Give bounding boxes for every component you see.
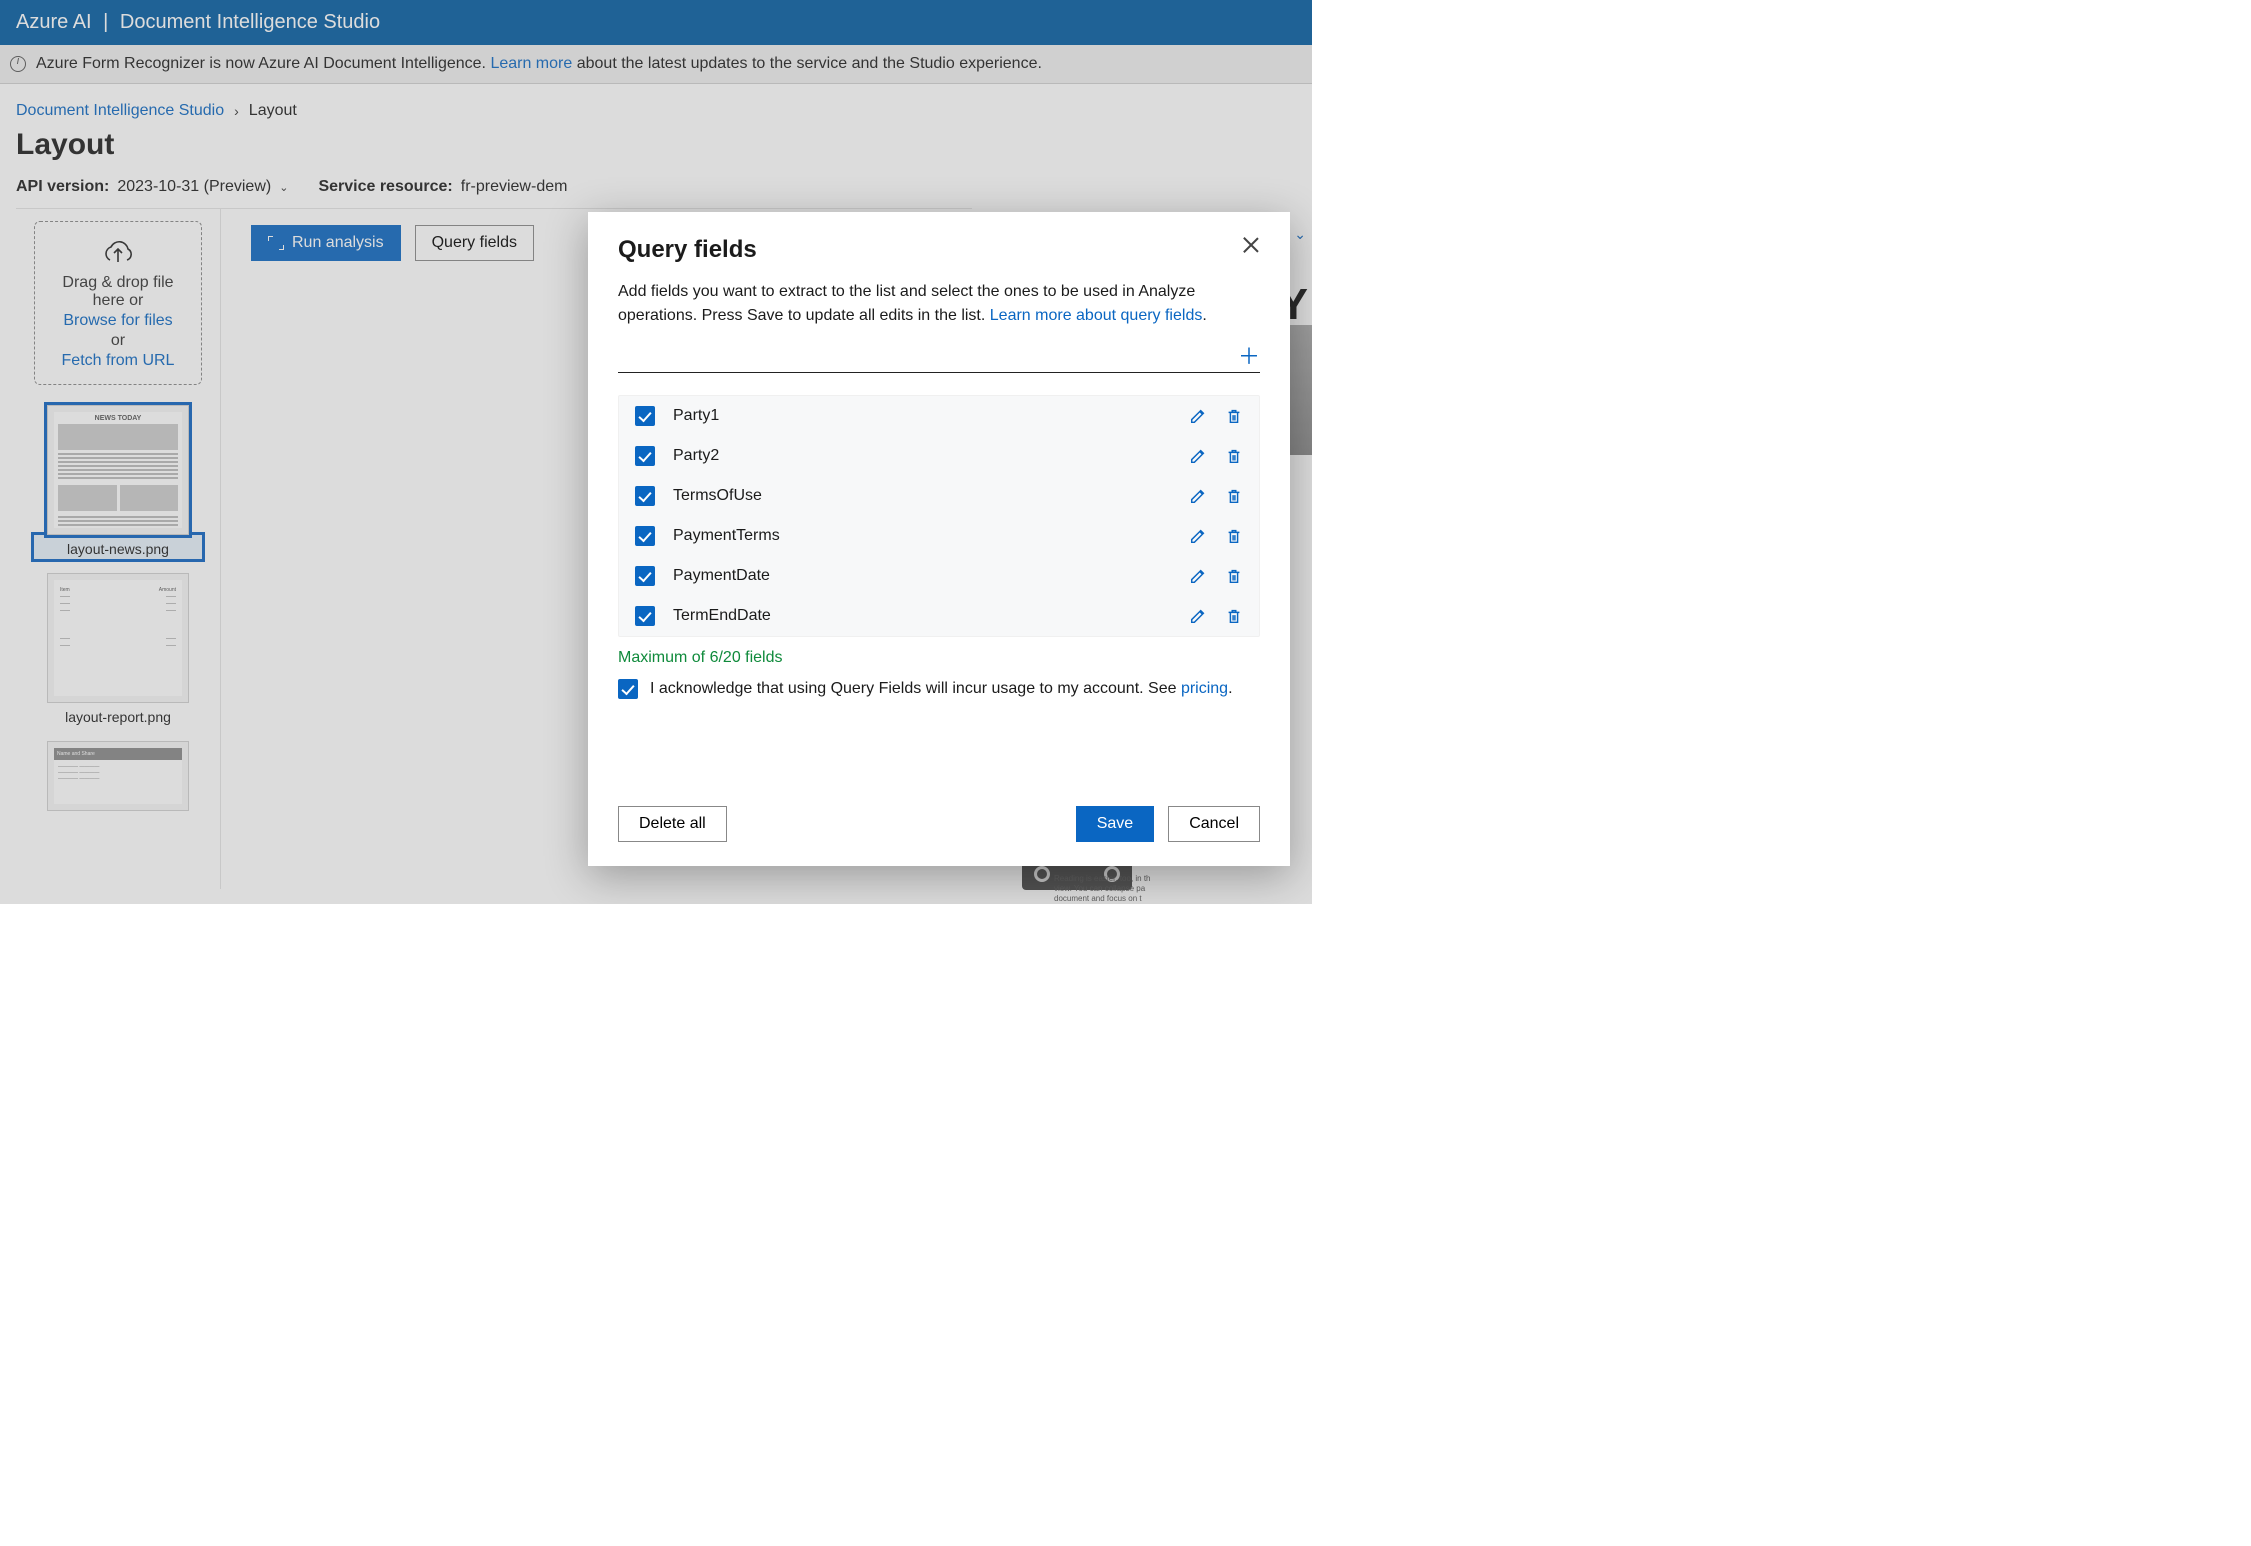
- acknowledge-suffix: .: [1228, 680, 1232, 697]
- field-name: Party2: [673, 447, 1171, 465]
- acknowledge-checkbox[interactable]: [618, 679, 638, 699]
- field-row: Party1: [619, 396, 1259, 436]
- cancel-button[interactable]: Cancel: [1168, 806, 1260, 842]
- edit-icon[interactable]: [1189, 487, 1207, 505]
- delete-icon[interactable]: [1225, 527, 1243, 545]
- field-name: Party1: [673, 407, 1171, 425]
- field-row: TermEndDate: [619, 596, 1259, 636]
- edit-icon[interactable]: [1189, 527, 1207, 545]
- field-checkbox[interactable]: [635, 446, 655, 466]
- edit-icon[interactable]: [1189, 607, 1207, 625]
- delete-icon[interactable]: [1225, 487, 1243, 505]
- acknowledge-row: I acknowledge that using Query Fields wi…: [618, 679, 1260, 699]
- field-name: PaymentTerms: [673, 527, 1171, 545]
- close-icon[interactable]: [1242, 236, 1260, 254]
- field-list: Party1 Party2 TermsOfUse PaymentTerms Paymen…: [618, 395, 1260, 637]
- modal-description: Add fields you want to extract to the li…: [618, 280, 1260, 328]
- modal-title: Query fields: [618, 236, 757, 264]
- field-row: PaymentTerms: [619, 516, 1259, 556]
- field-checkbox[interactable]: [635, 606, 655, 626]
- edit-icon[interactable]: [1189, 447, 1207, 465]
- add-field-icon[interactable]: ＋: [1238, 348, 1260, 366]
- field-checkbox[interactable]: [635, 566, 655, 586]
- learn-more-query-fields-link[interactable]: Learn more about query fields: [990, 307, 1203, 324]
- save-button[interactable]: Save: [1076, 806, 1154, 842]
- field-name: TermsOfUse: [673, 487, 1171, 505]
- acknowledge-text: I acknowledge that using Query Fields wi…: [650, 680, 1181, 697]
- field-checkbox[interactable]: [635, 486, 655, 506]
- delete-icon[interactable]: [1225, 567, 1243, 585]
- field-row: PaymentDate: [619, 556, 1259, 596]
- delete-icon[interactable]: [1225, 447, 1243, 465]
- add-field-row: ＋: [618, 348, 1260, 373]
- delete-icon[interactable]: [1225, 407, 1243, 425]
- edit-icon[interactable]: [1189, 567, 1207, 585]
- pricing-link[interactable]: pricing: [1181, 680, 1228, 697]
- modal-footer: Delete all Save Cancel: [618, 784, 1260, 842]
- field-checkbox[interactable]: [635, 406, 655, 426]
- edit-icon[interactable]: [1189, 407, 1207, 425]
- delete-all-button[interactable]: Delete all: [618, 806, 727, 842]
- delete-icon[interactable]: [1225, 607, 1243, 625]
- query-fields-modal: Query fields Add fields you want to extr…: [588, 212, 1290, 866]
- max-fields-note: Maximum of 6/20 fields: [618, 649, 1260, 667]
- field-row: Party2: [619, 436, 1259, 476]
- field-checkbox[interactable]: [635, 526, 655, 546]
- field-name: TermEndDate: [673, 607, 1171, 625]
- field-name: PaymentDate: [673, 567, 1171, 585]
- field-row: TermsOfUse: [619, 476, 1259, 516]
